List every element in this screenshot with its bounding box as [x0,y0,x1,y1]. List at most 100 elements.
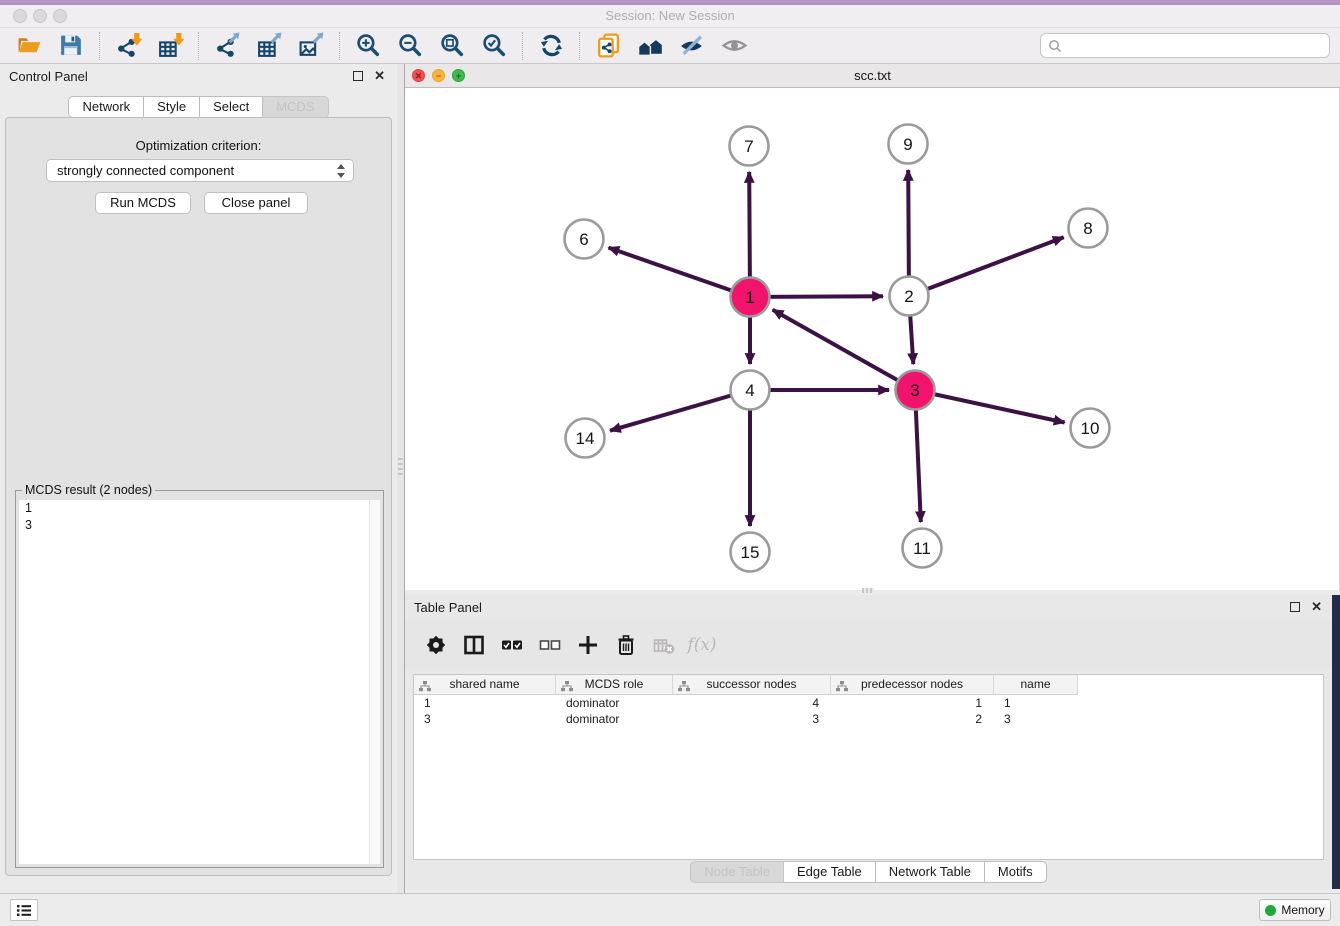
graph-node-2[interactable]: 2 [890,277,929,316]
table-tab-network-table[interactable]: Network Table [876,861,985,883]
horizontal-splitter-grip[interactable] [862,588,874,593]
svg-text:7: 7 [744,137,753,156]
toolbar-separator [99,32,100,60]
column-header-label: successor nodes [706,677,796,691]
tab-mcds[interactable]: MCDS [263,96,328,118]
close-panel-icon[interactable]: ✕ [374,68,385,84]
network-maximize-icon[interactable]: + [452,69,465,82]
mcds-result-title: MCDS result (2 nodes) [22,483,155,497]
network-canvas[interactable]: 7 9 6 8 1 2 4 3 14 10 15 11 [405,88,1340,590]
graph-node-7[interactable]: 7 [730,127,769,166]
graph-node-11[interactable]: 11 [903,529,942,568]
first-neighbors-icon[interactable] [635,31,665,61]
control-panel-title: Control Panel [9,69,88,84]
save-session-icon[interactable] [56,31,86,61]
check-all-icon[interactable] [499,632,525,658]
edge-1-6[interactable] [609,248,751,297]
column-header-predecessor-nodes[interactable]: predecessor nodes [831,675,994,695]
table-row[interactable]: 1dominator411 [414,695,1323,711]
close-traffic-icon[interactable] [13,9,27,23]
vertical-splitter[interactable] [397,64,405,893]
delete-column-icon[interactable] [613,632,639,658]
graph-node-3[interactable]: 3 [896,371,935,410]
result-scrollbar[interactable] [369,500,380,864]
table-tab-motifs[interactable]: Motifs [985,861,1047,883]
close-panel-button[interactable]: Close panel [204,192,308,214]
float-panel-icon[interactable] [353,71,363,81]
cell-shared-name: 3 [414,711,556,727]
export-image-icon[interactable] [296,31,326,61]
graph-node-1[interactable]: 1 [731,278,770,317]
svg-text:10: 10 [1081,419,1100,438]
export-network-icon[interactable] [212,31,242,61]
clone-network-icon[interactable] [593,31,623,61]
control-panel-header: Control Panel ✕ [0,64,397,89]
graph-node-4[interactable]: 4 [731,371,770,410]
table-tab-node-table[interactable]: Node Table [690,861,784,883]
graph-node-9[interactable]: 9 [889,125,928,164]
zoom-selected-icon[interactable] [479,31,509,61]
hide-selected-icon[interactable] [677,31,707,61]
graph-node-15[interactable]: 15 [731,533,770,572]
cell-name: 1 [994,695,1078,711]
search-input[interactable] [1040,33,1330,58]
uncheck-all-icon[interactable] [537,632,563,658]
tab-select[interactable]: Select [200,96,263,118]
column-header-MCDS-role[interactable]: MCDS role [556,675,673,695]
graph-node-6[interactable]: 6 [565,220,604,259]
memory-label: Memory [1281,903,1324,917]
edge-2-8[interactable] [909,237,1064,296]
float-table-panel-icon[interactable] [1290,602,1300,612]
open-file-icon[interactable] [14,31,44,61]
import-network-icon[interactable] [113,31,143,61]
table-body: 1dominator4113dominator323 [414,695,1323,727]
mcds-result-list[interactable]: 13 [19,500,380,864]
add-column-icon[interactable] [575,632,601,658]
minimize-traffic-icon[interactable] [33,9,47,23]
network-window-title: scc.txt [405,64,1340,87]
cell-successor-nodes: 3 [673,711,831,727]
edge-3-1[interactable] [773,310,915,390]
edge-3-10[interactable] [915,390,1065,423]
zoom-fit-icon[interactable] [437,31,467,61]
column-header-label: shared name [449,677,519,691]
control-panel: Control Panel ✕ NetworkStyleSelectMCDS O… [0,64,397,880]
network-close-icon[interactable]: ✕ [412,69,425,82]
toggle-columns-icon[interactable] [461,632,487,658]
import-table-icon[interactable] [155,31,185,61]
run-mcds-button[interactable]: Run MCDS [95,192,191,214]
control-panel-tabs: NetworkStyleSelectMCDS [0,96,397,118]
network-graph[interactable]: 7 9 6 8 1 2 4 3 14 10 15 11 [405,88,1340,590]
table-panel-edge-strip [1332,595,1340,889]
criterion-dropdown[interactable]: strongly connected component [46,159,354,182]
table-tab-edge-table[interactable]: Edge Table [784,861,876,883]
svg-text:9: 9 [903,135,912,154]
task-history-button[interactable] [10,899,38,921]
search-text-field[interactable] [1067,38,1329,53]
graph-node-8[interactable]: 8 [1069,209,1108,248]
svg-text:6: 6 [579,230,588,249]
tab-style[interactable]: Style [144,96,200,118]
graph-node-10[interactable]: 10 [1071,409,1110,448]
cell-successor-nodes: 4 [673,695,831,711]
maximize-traffic-icon[interactable] [53,9,67,23]
column-header-successor-nodes[interactable]: successor nodes [673,675,831,695]
table-panel-header: Table Panel ✕ [405,595,1332,620]
attributes-icon[interactable] [423,632,449,658]
graph-node-14[interactable]: 14 [566,419,605,458]
tab-network[interactable]: Network [68,96,144,118]
column-header-shared-name[interactable]: shared name [414,675,556,695]
splitter-grip[interactable] [398,458,403,478]
show-all-icon[interactable] [719,31,749,61]
apply-layout-icon[interactable] [536,31,566,61]
table-row[interactable]: 3dominator323 [414,711,1323,727]
edge-4-14[interactable] [610,390,750,431]
memory-button[interactable]: Memory [1259,899,1331,921]
zoom-in-icon[interactable] [353,31,383,61]
export-table-icon[interactable] [254,31,284,61]
zoom-out-icon[interactable] [395,31,425,61]
close-table-panel-icon[interactable]: ✕ [1311,599,1322,615]
column-header-name[interactable]: name [994,675,1078,695]
network-minimize-icon[interactable]: − [432,69,445,82]
attribute-type-icon [678,679,690,698]
